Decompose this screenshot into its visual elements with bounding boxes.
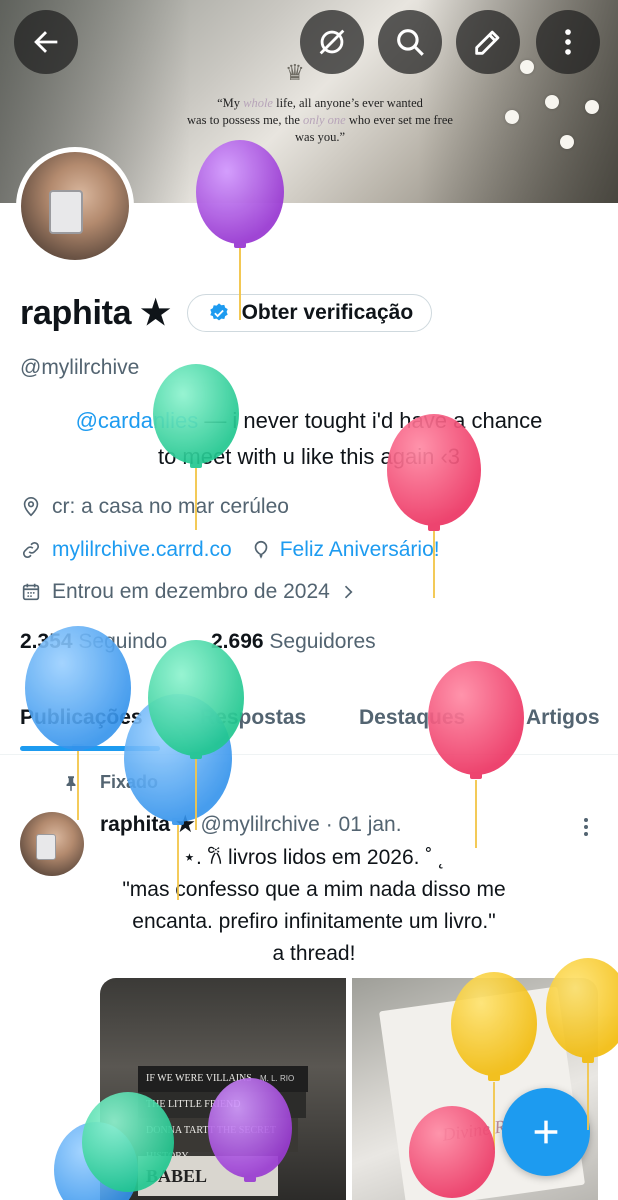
website-link[interactable]: mylilrchive.carrd.co — [52, 538, 232, 562]
banner-flower — [585, 100, 599, 114]
banner-quote: “My whole life, all anyone’s ever wanted… — [187, 96, 453, 144]
balloon-icon — [254, 540, 268, 559]
profile-bio: @cardanlies — i never tought i'd have a … — [20, 403, 598, 475]
location-row: cr: a casa no mar cerúleo — [20, 495, 289, 519]
get-verified-label: Obter verificação — [241, 301, 414, 324]
crown-icon: ♛ — [285, 60, 305, 85]
search-button[interactable] — [378, 10, 442, 74]
profile-handle: @mylilrchive — [20, 356, 140, 379]
location-pin-icon — [23, 497, 39, 517]
birthday-link[interactable]: Feliz Aniversário! — [280, 538, 440, 562]
tab-publicacoes[interactable]: Publicações — [20, 706, 143, 730]
search-icon — [397, 29, 424, 56]
compose-button[interactable] — [502, 1088, 590, 1176]
post-line: ⋆. 𐙚 livros lidos em 2026. ˚ ˛ — [182, 846, 446, 869]
calendar-icon — [22, 583, 40, 601]
bio-mention-link[interactable]: @cardanlies — [76, 408, 199, 433]
profile-avatar[interactable] — [16, 147, 134, 265]
post-image-books[interactable]: IF WE WERE VILLAINS THE LITTLE FRIEND DO… — [100, 978, 346, 1200]
avatar-photo — [21, 152, 129, 260]
book-spine: DONNA TARTT THE SECRET HISTORY — [138, 1118, 298, 1162]
tab-artigos[interactable]: Artigos — [526, 706, 600, 730]
post-line: "mas confesso que a mim nada disso me — [122, 878, 506, 901]
followers-label: Seguidores — [269, 630, 376, 653]
name-row: raphita ★ Obter verificação — [20, 293, 433, 333]
follow-stats: 2.354 Seguindo 2.696 Seguidores — [20, 630, 376, 654]
joined-row[interactable]: Entrou em dezembro de 2024 — [20, 580, 368, 604]
post-line: a thread! — [272, 942, 356, 965]
banner-flower — [560, 135, 574, 149]
post-line: encanta. prefiro infinitamente um livro.… — [132, 910, 496, 933]
more-vertical-icon — [565, 29, 571, 55]
pinned-text: Fixado — [100, 772, 159, 792]
chevron-right-icon — [344, 585, 353, 599]
link-icon — [22, 541, 40, 559]
post-author-meta: @mylilrchive · 01 jan. — [200, 813, 402, 836]
post-author-name[interactable]: raphita ★ — [100, 813, 195, 836]
followers-count: 2.696 — [211, 630, 264, 653]
active-tab-indicator — [20, 746, 160, 751]
following-label: Seguindo — [78, 630, 168, 653]
following-count: 2.354 — [20, 630, 73, 653]
edit-icon — [475, 30, 500, 55]
get-verified-button[interactable]: Obter verificação — [186, 294, 433, 332]
arrow-left-icon — [34, 31, 58, 53]
tab-destaques[interactable]: Destaques — [359, 706, 465, 730]
more-button[interactable] — [536, 10, 600, 74]
location-text: cr: a casa no mar cerúleo — [52, 495, 289, 518]
camera-in-photo — [36, 834, 56, 860]
camera-in-photo — [49, 190, 83, 234]
banner-flower — [545, 95, 559, 109]
following-link[interactable]: 2.354 Seguindo — [20, 630, 167, 653]
followers-link[interactable]: 2.696 Seguidores — [211, 630, 376, 653]
post-text: ⋆. 𐙚 livros lidos em 2026. ˚ ˛ "mas conf… — [100, 842, 528, 970]
post-header: raphita ★ @mylilrchive · 01 jan. — [100, 812, 402, 837]
book-spine: THE LITTLE FRIEND — [138, 1092, 306, 1118]
bio-line2: to meet with u like this again ‹3 — [157, 444, 461, 469]
profile-name: raphita ★ — [20, 294, 171, 332]
post-more-icon[interactable] — [578, 815, 594, 839]
pin-icon — [66, 775, 76, 791]
book-author: M. L. RIO — [260, 1074, 295, 1083]
back-button[interactable] — [14, 10, 78, 74]
bio-line1: — i never tought i'd have a chance — [198, 408, 543, 433]
tab-respostas[interactable]: Respostas — [200, 706, 306, 730]
verified-badge-icon — [209, 303, 228, 321]
post-author-avatar[interactable] — [20, 812, 84, 876]
banner-flower — [520, 60, 534, 74]
links-row: mylilrchive.carrd.co Feliz Aniversário! — [20, 538, 440, 562]
grok-icon — [319, 29, 345, 55]
grok-button[interactable] — [300, 10, 364, 74]
pinned-label-row: Fixado — [62, 772, 158, 793]
edit-button[interactable] — [456, 10, 520, 74]
book-spine: BABEL — [138, 1156, 278, 1196]
joined-text: Entrou em dezembro de 2024 — [52, 580, 330, 603]
banner-flower — [505, 110, 519, 124]
plus-icon — [534, 1120, 558, 1144]
